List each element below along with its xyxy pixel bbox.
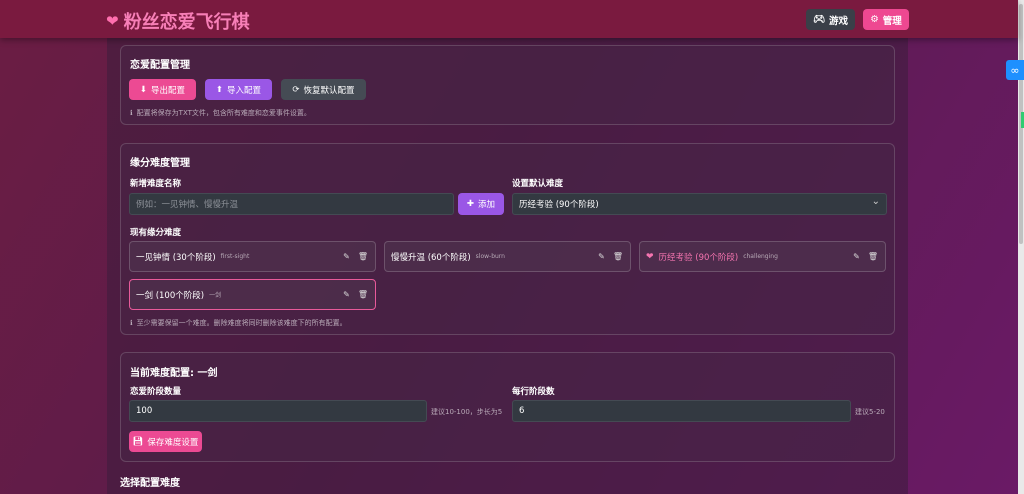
- edit-icon[interactable]: ✎: [598, 252, 605, 261]
- new-difficulty-label: 新增难度名称: [130, 179, 182, 189]
- top-navbar: ❤ 粉丝恋爱飞行棋 🎮︎ 游戏 ⚙ 管理: [0, 0, 1018, 38]
- gamepad-icon: 🎮︎: [812, 14, 826, 25]
- edit-icon[interactable]: ✎: [853, 252, 860, 261]
- current-difficulty-card: 当前难度配置: 一剑 恋爱阶段数量 100 建议10-100，步长为5 每行阶段…: [120, 352, 895, 462]
- heart-icon: ❤: [106, 12, 119, 30]
- download-icon: ⬇: [139, 84, 148, 95]
- current-difficulty-title: 当前难度配置: 一剑: [130, 368, 218, 379]
- per-row-hint: 建议5-20: [855, 408, 885, 416]
- brand-logo[interactable]: ❤ 粉丝恋爱飞行棋: [106, 8, 250, 34]
- difficulty-note-text: 至少需要保留一个难度。删除难度将同时删除该难度下的所有配置。: [136, 319, 347, 327]
- gear-icon: ⚙: [870, 14, 879, 25]
- default-difficulty-select[interactable]: 历经考验 (90个阶段): [512, 193, 887, 215]
- difficulty-key: first-sight: [220, 253, 250, 260]
- upload-icon: ⬆: [215, 84, 224, 95]
- select-difficulty-heading: 选择配置难度: [120, 478, 180, 489]
- stages-input[interactable]: 100: [129, 400, 427, 422]
- stages-label: 恋爱阶段数量: [130, 387, 182, 397]
- export-config-button[interactable]: ⬇ 导出配置: [129, 79, 196, 100]
- difficulty-name: 一剑 (100个阶段): [136, 290, 205, 301]
- difficulty-card: 缘分难度管理 新增难度名称 例如：一见钟情、慢慢升温 ✚ 添加 设置默认难度 历…: [120, 143, 895, 335]
- save-icon: 💾︎: [132, 436, 144, 447]
- info-icon: ℹ: [130, 319, 133, 327]
- save-difficulty-button[interactable]: 💾︎ 保存难度设置: [129, 431, 202, 452]
- difficulty-card-title: 缘分难度管理: [130, 158, 190, 169]
- import-label: 导入配置: [227, 85, 262, 96]
- import-config-button[interactable]: ⬆ 导入配置: [205, 79, 272, 100]
- plus-icon: ✚: [466, 199, 475, 209]
- edit-icon[interactable]: ✎: [343, 290, 350, 299]
- stages-hint: 建议10-100，步长为5: [431, 408, 503, 416]
- game-button[interactable]: 🎮︎ 游戏: [806, 9, 855, 30]
- game-button-label: 游戏: [829, 15, 849, 27]
- existing-difficulty-label: 现有缘分难度: [130, 228, 182, 238]
- per-row-label: 每行阶段数: [512, 387, 555, 397]
- per-row-input[interactable]: 6: [512, 400, 851, 422]
- config-note-text: 配置将保存为TXT文件，包含所有难度和恋爱事件设置。: [136, 109, 311, 117]
- info-icon: ℹ: [130, 109, 133, 117]
- reset-config-button[interactable]: ⟳ 恢复默认配置: [281, 79, 366, 100]
- trash-icon[interactable]: 🗑︎: [358, 290, 368, 299]
- default-difficulty-label: 设置默认难度: [512, 179, 564, 189]
- new-difficulty-input[interactable]: 例如：一见钟情、慢慢升温: [129, 193, 454, 215]
- difficulty-name: 历经考验 (90个阶段): [658, 252, 739, 263]
- difficulty-key: 一剑: [209, 292, 222, 299]
- config-card: 恋爱配置管理 ⬇ 导出配置 ⬆ 导入配置 ⟳ 恢复默认配置 ℹ 配置将保存为TX…: [120, 45, 895, 125]
- config-note: ℹ 配置将保存为TXT文件，包含所有难度和恋爱事件设置。: [130, 108, 311, 118]
- difficulty-name: 一见钟情 (30个阶段): [136, 252, 216, 263]
- extension-icon: ∞: [1010, 63, 1020, 77]
- export-label: 导出配置: [151, 85, 186, 96]
- app-title: 粉丝恋爱飞行棋: [123, 12, 250, 33]
- add-difficulty-button[interactable]: ✚ 添加: [458, 193, 504, 215]
- trash-icon[interactable]: 🗑︎: [613, 252, 623, 261]
- difficulty-note: ℹ 至少需要保留一个难度。删除难度将同时删除该难度下的所有配置。: [130, 318, 347, 328]
- difficulty-item[interactable]: 慢慢升温 (60个阶段) slow-burn ✎ 🗑︎: [384, 241, 631, 272]
- trash-icon[interactable]: 🗑︎: [868, 252, 878, 261]
- difficulty-item-selected[interactable]: 一剑 (100个阶段) 一剑 ✎ 🗑︎: [129, 279, 376, 310]
- extension-tab[interactable]: ∞: [1006, 60, 1024, 80]
- add-label: 添加: [478, 200, 496, 210]
- reset-label: 恢复默认配置: [303, 85, 355, 96]
- trash-icon[interactable]: 🗑︎: [358, 252, 368, 261]
- save-label: 保存难度设置: [147, 437, 199, 448]
- refresh-icon: ⟳: [292, 84, 300, 95]
- config-card-title: 恋爱配置管理: [130, 60, 190, 71]
- heart-icon: ❤: [646, 251, 654, 262]
- difficulty-name: 慢慢升温 (60个阶段): [391, 252, 471, 263]
- difficulty-key: challenging: [743, 253, 778, 260]
- admin-button-label: 管理: [882, 15, 902, 27]
- edit-icon[interactable]: ✎: [343, 252, 350, 261]
- difficulty-item-default[interactable]: ❤ 历经考验 (90个阶段) challenging ✎ 🗑︎: [639, 241, 886, 272]
- difficulty-item[interactable]: 一见钟情 (30个阶段) first-sight ✎ 🗑︎: [129, 241, 376, 272]
- admin-button[interactable]: ⚙ 管理: [863, 9, 909, 30]
- difficulty-key: slow-burn: [475, 253, 505, 260]
